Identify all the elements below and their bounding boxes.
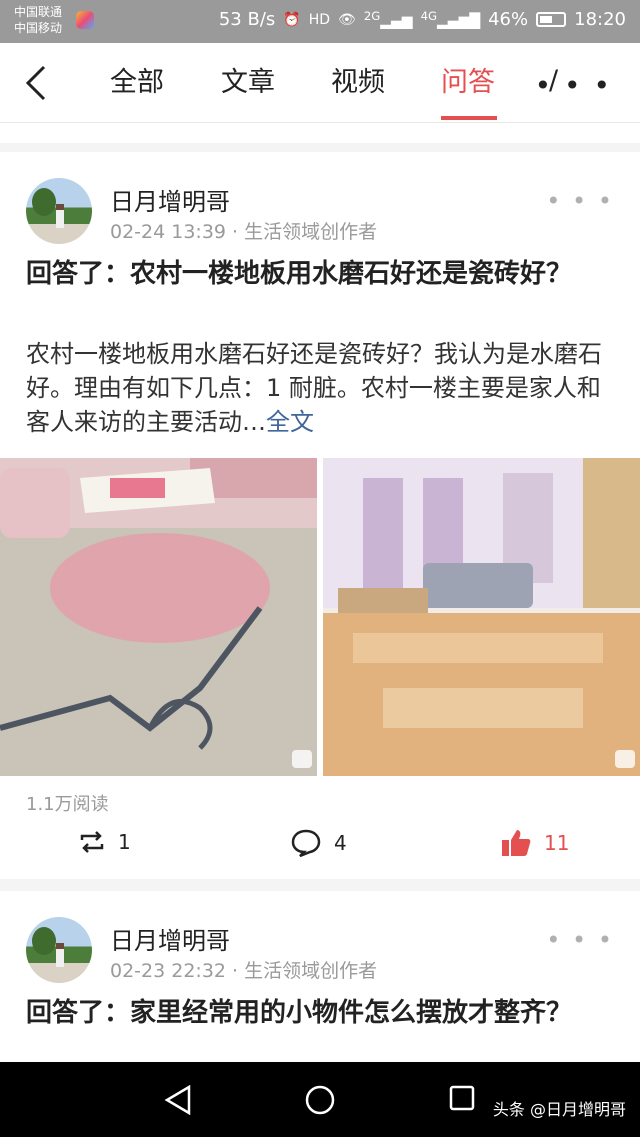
tile-floor-photo[interactable]: [323, 458, 640, 776]
post-more-icon[interactable]: • • •: [546, 926, 614, 954]
comment-count: 4: [334, 831, 347, 855]
post-excerpt[interactable]: 农村一楼地板用水磨石好还是瓷砖好？我认为是水磨石好。理由有如下几点：1 耐脏。农…: [26, 337, 616, 439]
watermark: 头条 @日月增明哥: [492, 1100, 626, 1119]
eye-icon: 👁: [338, 11, 356, 28]
terrazzo-floor-photo[interactable]: [0, 458, 317, 776]
avatar[interactable]: [26, 917, 92, 983]
avatar[interactable]: [26, 178, 92, 244]
like-button[interactable]: 11: [500, 828, 569, 858]
read-full-link[interactable]: 全文: [266, 408, 314, 436]
post-more-icon[interactable]: • • •: [546, 187, 614, 215]
tab-all[interactable]: 全部: [110, 65, 164, 105]
previous-card-edge: [0, 123, 640, 143]
card-separator: [0, 879, 640, 891]
thumbs-up-icon: [502, 830, 531, 856]
battery-percent: 46%: [488, 9, 529, 30]
signal-2-icon: 4G▂▄▆█: [420, 9, 481, 30]
carrier-info: 中国联通 中国移动: [14, 4, 62, 36]
signal-1-icon: 2G▂▄▆: [363, 9, 413, 30]
author-name[interactable]: 日月增明哥: [110, 182, 230, 217]
repost-button[interactable]: 1: [78, 828, 131, 856]
repost-icon: [80, 831, 104, 853]
hd-icon: HD: [308, 11, 331, 28]
network-speed: 53 B/s: [218, 9, 276, 30]
post-title[interactable]: 回答了：农村一楼地板用水磨石好还是瓷砖好？: [26, 257, 606, 292]
system-nav-bar: 头条 @日月增明哥: [0, 1062, 640, 1137]
home-circle-icon[interactable]: [304, 1084, 336, 1116]
post-meta: 02-24 13:39 · 生活领域创作者: [110, 221, 378, 243]
active-tab-indicator: [441, 116, 497, 120]
clock: 18:20: [574, 9, 626, 30]
carrier-1: 中国联通: [14, 5, 63, 19]
more-menu-icon[interactable]: • • •: [535, 69, 612, 102]
post-title[interactable]: 回答了：家里经常用的小物件怎么摆放才整齐？: [26, 996, 606, 1031]
like-count: 11: [544, 831, 570, 855]
carrier-2: 中国移动: [14, 21, 63, 35]
battery-icon: [536, 12, 567, 27]
comment-icon: [291, 829, 321, 858]
repost-count: 1: [118, 830, 131, 854]
post-card[interactable]: 日月增明哥 02-23 22:32 · 生活领域创作者 • • • 回答了：家里…: [0, 891, 640, 1062]
read-count: 1.1万阅读: [26, 794, 109, 815]
author-name[interactable]: 日月增明哥: [110, 921, 230, 956]
recents-square-icon[interactable]: [448, 1084, 476, 1112]
tab-articles[interactable]: 文章: [221, 65, 275, 105]
tab-videos[interactable]: 视频: [331, 65, 385, 105]
alarm-icon: ⏰: [283, 11, 301, 28]
back-triangle-icon[interactable]: [163, 1084, 193, 1116]
status-indicators: 53 B/s ⏰ HD 👁 2G▂▄▆ 4G▂▄▆█ 46% 18:20: [219, 9, 626, 30]
top-nav: 全部 文章 视频 问答 / • • •: [0, 43, 640, 123]
comment-button[interactable]: 4: [290, 828, 347, 858]
app-badge-icon: [76, 11, 94, 29]
status-bar: 中国联通 中国移动 53 B/s ⏰ HD 👁 2G▂▄▆ 4G▂▄▆█ 46%…: [0, 0, 640, 43]
tab-qa[interactable]: 问答: [441, 65, 495, 105]
post-meta: 02-23 22:32 · 生活领域创作者: [110, 960, 378, 982]
back-arrow-icon[interactable]: [22, 65, 52, 101]
